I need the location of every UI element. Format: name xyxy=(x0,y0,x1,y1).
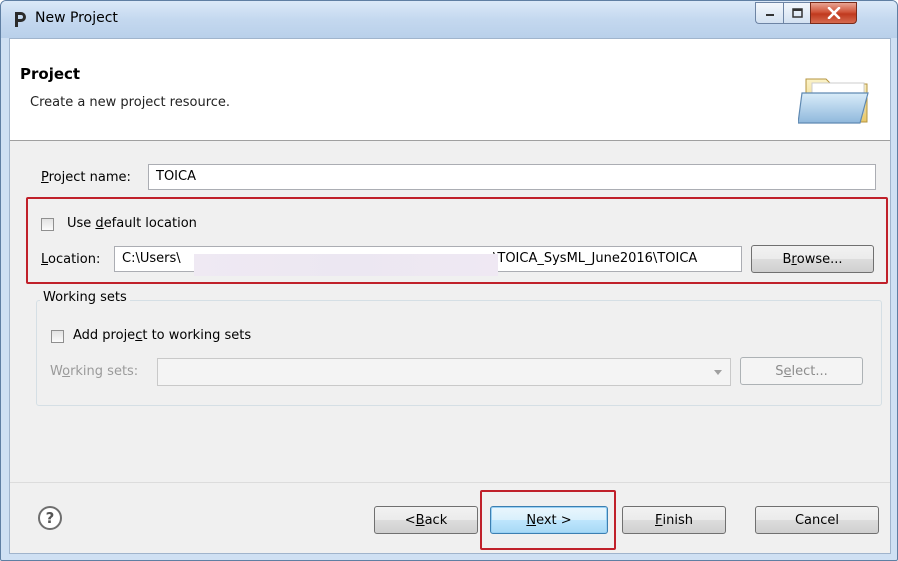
minimize-icon xyxy=(765,14,774,16)
select-working-sets-button[interactable]: Se lect... xyxy=(740,357,863,385)
banner-title: Project xyxy=(20,65,81,83)
project-name-input[interactable]: TOICA xyxy=(148,164,876,190)
dialog-client-area: Project Create a new project resource. P… xyxy=(9,38,891,554)
maximize-button[interactable] xyxy=(783,2,811,24)
add-to-working-sets-checkbox[interactable] xyxy=(51,330,64,343)
folder-open-icon xyxy=(798,78,869,124)
next-highlight-box xyxy=(480,490,616,550)
working-sets-group xyxy=(36,300,882,406)
finish-button[interactable]: Finish xyxy=(622,506,726,534)
cancel-button[interactable]: Cancel xyxy=(755,506,879,534)
minimize-button[interactable] xyxy=(755,2,783,24)
location-highlight-box xyxy=(26,197,888,284)
title-bar[interactable]: New Project xyxy=(1,1,897,38)
window-title: New Project xyxy=(35,10,118,26)
new-project-window: New Project Project Create a new project… xyxy=(0,0,898,561)
close-button[interactable] xyxy=(810,2,857,24)
working-sets-group-title: Working sets xyxy=(40,290,130,305)
footer-separator xyxy=(10,482,890,483)
add-to-working-sets-label: Add project to working sets xyxy=(73,328,252,343)
help-icon[interactable]: ? xyxy=(38,506,62,530)
close-icon xyxy=(827,7,840,19)
maximize-icon xyxy=(791,8,803,18)
eclipse-p-icon xyxy=(15,12,26,27)
back-button[interactable]: < Back xyxy=(374,506,478,534)
working-sets-label: Working sets: xyxy=(50,364,139,379)
working-sets-combo[interactable] xyxy=(157,358,731,386)
wizard-banner: Project Create a new project resource. xyxy=(10,39,890,141)
chevron-down-icon xyxy=(714,370,722,375)
banner-subtitle: Create a new project resource. xyxy=(30,95,231,110)
project-name-label: Project name: xyxy=(41,170,131,185)
